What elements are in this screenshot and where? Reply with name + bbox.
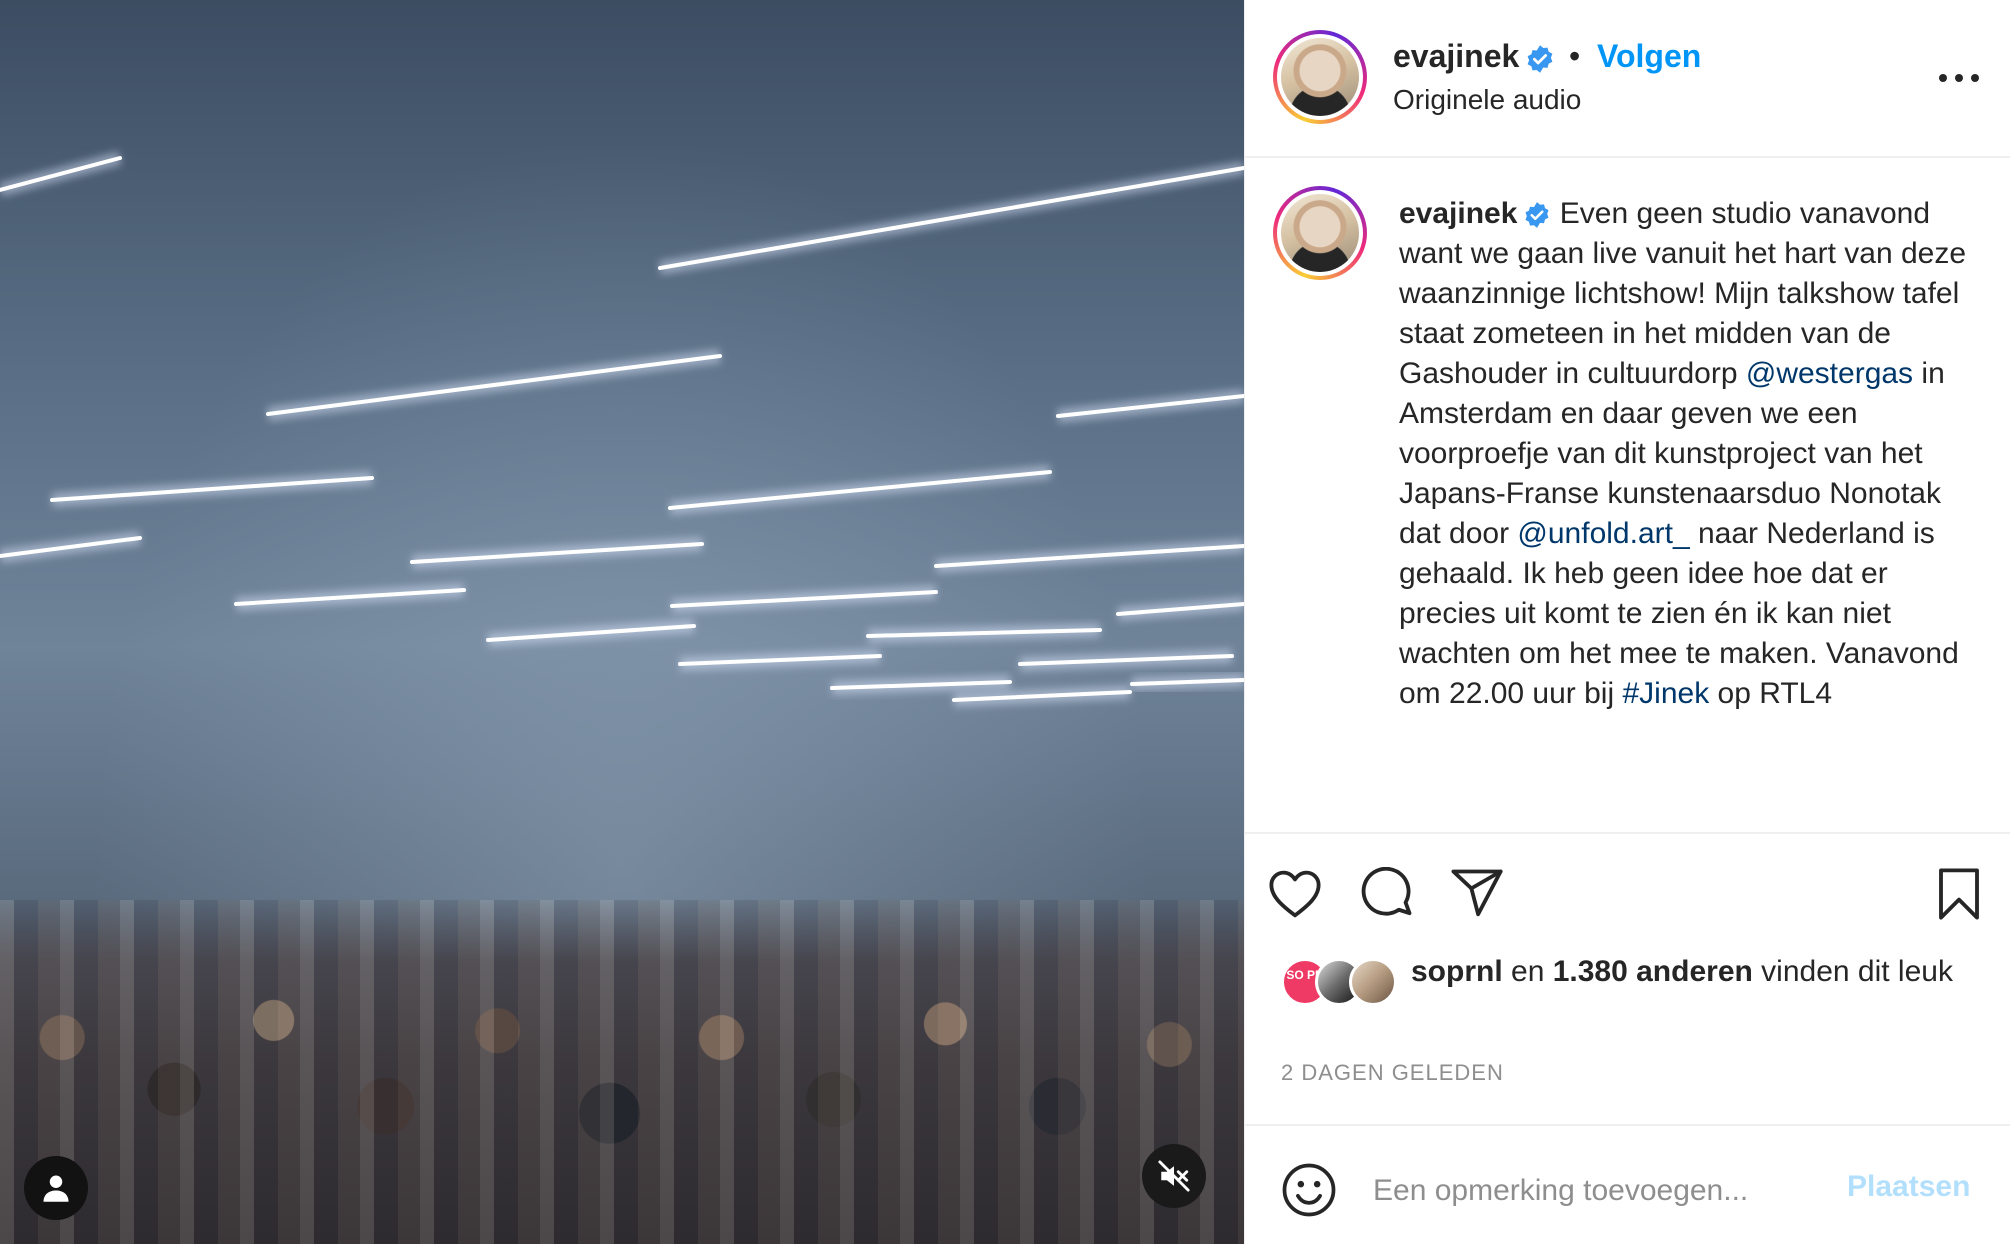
emoji-button[interactable]	[1281, 1162, 1337, 1218]
caption-username[interactable]: evajinek	[1399, 197, 1517, 230]
light-tube	[668, 470, 1052, 510]
original-audio-link[interactable]: Originele audio	[1393, 84, 1581, 116]
liker-username[interactable]: soprnl	[1411, 955, 1503, 988]
post-details-panel: evajinek • Volgen Originele audio evajin…	[1244, 0, 2010, 1244]
light-tube	[0, 156, 122, 192]
mention-unfold-art[interactable]: @unfold.art_	[1517, 517, 1689, 550]
post-video[interactable]	[0, 0, 1244, 1244]
caption-author-avatar[interactable]	[1273, 186, 1367, 280]
author-username[interactable]: evajinek	[1393, 38, 1519, 74]
likes-count-link[interactable]: 1.380 anderen	[1553, 955, 1753, 988]
bookmark-icon	[1939, 868, 1979, 920]
post-header: evajinek • Volgen Originele audio	[1245, 0, 2010, 158]
avatar-photo	[1281, 38, 1359, 116]
likes-suffix: vinden dit leuk	[1752, 955, 1953, 988]
audience-crowd	[0, 900, 1244, 1244]
paper-plane-icon	[1451, 869, 1503, 917]
likes-connector: en	[1502, 955, 1553, 988]
share-button[interactable]	[1447, 864, 1507, 924]
light-tube	[50, 476, 374, 502]
comment-input[interactable]	[1373, 1166, 1803, 1216]
header-separator: •	[1569, 38, 1581, 74]
verified-badge-icon	[1525, 202, 1549, 228]
likes-text: soprnl en 1.380 anderen vinden dit leuk	[1411, 952, 1971, 992]
light-tube	[658, 166, 1244, 270]
post-caption: evajinek Even geen studio vanavond want …	[1399, 194, 1979, 714]
comment-button[interactable]	[1357, 864, 1417, 924]
mention-westergas[interactable]: @westergas	[1746, 357, 1913, 390]
liker-avatars: SO PR	[1281, 958, 1401, 1008]
save-button[interactable]	[1929, 864, 1989, 924]
add-comment-bar: Plaatsen	[1245, 1124, 2010, 1244]
post-actions-bar	[1245, 832, 2010, 942]
author-avatar[interactable]	[1273, 30, 1367, 124]
verified-badge-icon	[1527, 44, 1553, 73]
follow-button[interactable]: Volgen	[1597, 38, 1701, 75]
post-timestamp[interactable]: 2 DAGEN GELEDEN	[1281, 1060, 1504, 1086]
comment-icon	[1361, 867, 1412, 916]
avatar-photo	[1281, 194, 1359, 272]
caption-section: evajinek Even geen studio vanavond want …	[1245, 160, 2010, 832]
like-button[interactable]	[1265, 864, 1325, 924]
light-tube	[266, 354, 722, 416]
heart-icon	[1269, 870, 1321, 918]
tagged-users-button[interactable]	[24, 1156, 88, 1220]
author-username-link[interactable]: evajinek	[1393, 38, 1555, 75]
user-icon	[43, 1175, 69, 1202]
more-options-button[interactable]	[1929, 58, 1989, 98]
speaker-muted-icon	[1158, 1160, 1190, 1192]
liker-avatar[interactable]	[1349, 958, 1397, 1006]
caption-text-6: op RTL4	[1709, 677, 1833, 710]
hashtag-jinek[interactable]: #Jinek	[1622, 677, 1709, 710]
more-horizontal-icon	[1939, 74, 1979, 82]
smiley-icon	[1282, 1163, 1336, 1217]
unmute-button[interactable]	[1142, 1144, 1206, 1208]
post-comment-button[interactable]: Plaatsen	[1847, 1170, 1970, 1204]
